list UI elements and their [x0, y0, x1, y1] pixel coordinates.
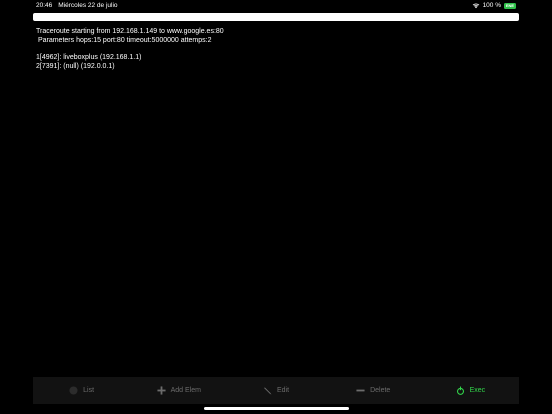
- delete-label: Delete: [370, 387, 391, 394]
- battery-icon: ENE: [504, 2, 516, 9]
- output-line: 1[4962]: liveboxplus (192.168.1.1): [36, 54, 142, 62]
- status-date: Miércoles 22 de julio: [58, 2, 118, 9]
- output-line: Parameters hops:15 port:80 timeout:50000…: [36, 36, 212, 44]
- add-elem-button[interactable]: Add Elem: [130, 386, 227, 395]
- list-label: List: [83, 387, 95, 394]
- status-time: 20:46: [36, 2, 53, 9]
- plus-icon: [157, 386, 166, 395]
- bottom-toolbar: List Add Elem Edit Delete Exec: [33, 377, 519, 404]
- circle-icon: [69, 386, 78, 395]
- output-line-blank: [36, 45, 516, 54]
- exec-button[interactable]: Exec: [422, 386, 519, 395]
- wifi-icon: [472, 3, 479, 9]
- status-indicators: 100 % ENE: [472, 2, 516, 9]
- battery-percent: 100 %: [482, 2, 501, 9]
- output-line: 2[7391]: (null) (192.0.0.1): [36, 62, 115, 70]
- delete-button[interactable]: Delete: [325, 386, 422, 395]
- minus-icon: [356, 389, 365, 392]
- edit-label: Edit: [276, 387, 290, 394]
- home-indicator[interactable]: [204, 407, 349, 410]
- exec-icon: [456, 386, 464, 395]
- status-time-date: 20:46 Miércoles 22 de julio: [36, 2, 118, 9]
- battery-badge: ENE: [505, 3, 515, 8]
- status-bar: 20:46 Miércoles 22 de julio 100 % ENE: [0, 0, 552, 12]
- pencil-icon: [264, 387, 272, 395]
- output-line: Traceroute starting from 192.168.1.149 t…: [36, 28, 224, 35]
- traceroute-output: Traceroute starting from 192.168.1.149 t…: [36, 28, 516, 72]
- exec-label: Exec: [469, 387, 486, 394]
- add-elem-label: Add Elem: [170, 387, 201, 394]
- progress-bar: [33, 13, 519, 21]
- list-button[interactable]: List: [33, 386, 130, 395]
- edit-button[interactable]: Edit: [227, 386, 324, 395]
